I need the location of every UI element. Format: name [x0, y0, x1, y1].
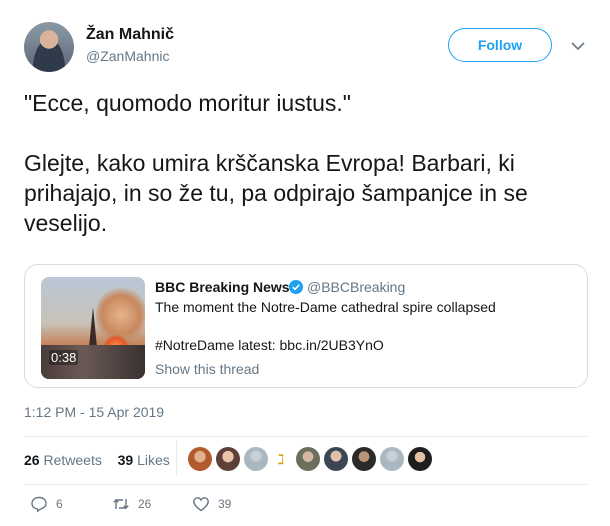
show-thread-link[interactable]: Show this thread — [155, 361, 259, 377]
quoted-text-line2[interactable]: #NotreDame latest: bbc.in/2UB3YnO — [155, 337, 384, 353]
verified-badge-icon — [289, 280, 303, 294]
quoted-author-handle[interactable]: @BBCBreaking — [307, 279, 405, 295]
reply-action[interactable]: 6 — [30, 494, 63, 514]
like-count: 39 — [218, 497, 232, 511]
divider — [24, 484, 588, 485]
heart-icon — [193, 497, 209, 512]
liker-avatar[interactable] — [324, 447, 348, 471]
tweet-text-line1: "Ecce, quomodo moritur iustus." — [24, 90, 351, 116]
retweet-action[interactable]: 26 — [112, 494, 151, 514]
reply-icon — [31, 496, 47, 513]
retweet-icon — [113, 499, 129, 509]
tweet-text: "Ecce, quomodo moritur iustus." Glejte, … — [24, 88, 589, 238]
author-handle[interactable]: @ZanMahnic — [86, 48, 169, 64]
liker-avatar[interactable] — [352, 447, 376, 471]
tweet-text-line2: Glejte, kako umira krščanska Evropa! Bar… — [24, 150, 528, 236]
video-duration: 0:38 — [49, 350, 79, 365]
liker-avatar[interactable] — [296, 447, 320, 471]
retweets-count[interactable]: 26 — [24, 452, 40, 468]
liker-avatar[interactable] — [216, 447, 240, 471]
chevron-down-icon[interactable] — [568, 36, 588, 56]
liker-avatar[interactable] — [244, 447, 268, 471]
author-name[interactable]: Žan Mahnič — [86, 26, 174, 44]
quoted-author-name[interactable]: BBC Breaking News — [155, 279, 290, 295]
follow-button[interactable]: Follow — [448, 28, 552, 62]
liker-avatar[interactable]: ℷ — [272, 447, 290, 471]
video-thumbnail[interactable]: 0:38 — [41, 277, 145, 379]
author-avatar[interactable] — [24, 22, 74, 72]
reply-count: 6 — [56, 497, 63, 511]
liker-avatar[interactable] — [380, 447, 404, 471]
liker-avatar[interactable] — [188, 447, 212, 471]
divider — [24, 436, 588, 437]
likes-label[interactable]: Likes — [137, 452, 170, 468]
tweet-timestamp[interactable]: 1:12 PM - 15 Apr 2019 — [24, 404, 164, 420]
retweets-label[interactable]: Retweets — [43, 452, 101, 468]
quoted-tweet-card[interactable]: 0:38 BBC Breaking News @BBCBreaking The … — [24, 264, 588, 388]
liker-avatar[interactable] — [408, 447, 432, 471]
quoted-text-line1: The moment the Notre-Dame cathedral spir… — [155, 299, 496, 315]
retweet-count: 26 — [138, 497, 152, 511]
engagement-stats: 26 Retweets 39 Likes — [24, 452, 170, 468]
likes-count[interactable]: 39 — [118, 452, 134, 468]
stats-divider — [176, 440, 177, 476]
like-action[interactable]: 39 — [192, 494, 231, 514]
